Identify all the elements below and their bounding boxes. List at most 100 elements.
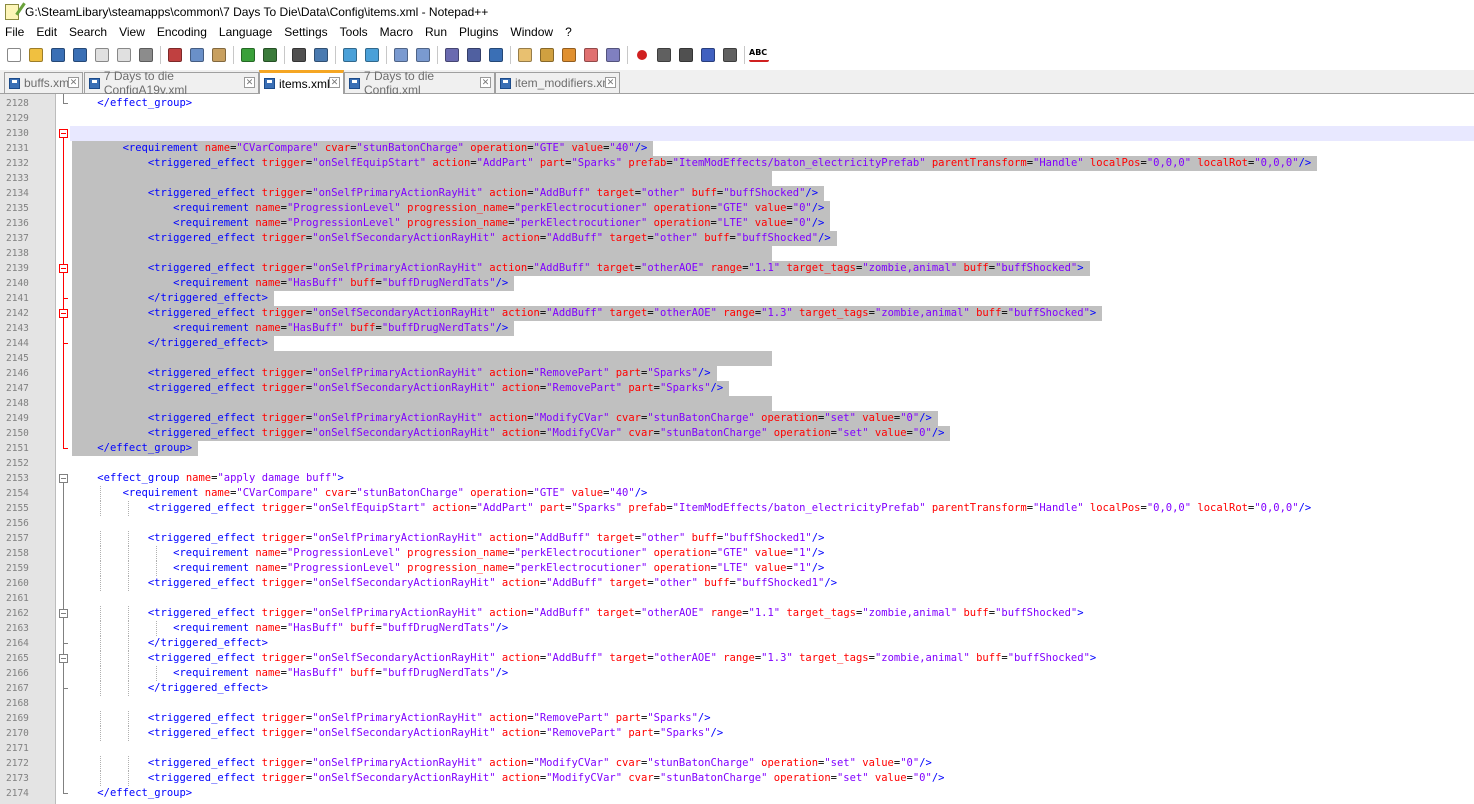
- stop-record-button[interactable]: [654, 45, 674, 65]
- code-line[interactable]: 2133: [0, 171, 1474, 186]
- code-line[interactable]: 2162 <triggered_effect trigger="onSelfPr…: [0, 606, 1474, 621]
- fold-collapse-icon[interactable]: [59, 309, 68, 318]
- code-text[interactable]: <requirement name="ProgressionLevel" pro…: [72, 216, 831, 231]
- document-map-button[interactable]: [537, 45, 557, 65]
- code-text[interactable]: <requirement name="ProgressionLevel" pro…: [72, 201, 831, 216]
- code-line[interactable]: 2141 </triggered_effect>: [0, 291, 1474, 306]
- code-text[interactable]: <triggered_effect trigger="onSelfPrimary…: [72, 261, 1090, 276]
- show-all-chars-button[interactable]: [464, 45, 484, 65]
- code-line[interactable]: 2143 <requirement name="HasBuff" buff="b…: [0, 321, 1474, 336]
- code-text[interactable]: [72, 246, 772, 261]
- code-line[interactable]: 2156: [0, 516, 1474, 531]
- code-text[interactable]: </effect_group>: [72, 441, 199, 456]
- menu-encoding[interactable]: Encoding: [151, 23, 213, 42]
- code-line[interactable]: 2164 </triggered_effect>: [0, 636, 1474, 651]
- code-text[interactable]: <triggered_effect trigger="onSelfSeconda…: [72, 381, 730, 396]
- playback-macro-button[interactable]: [676, 45, 696, 65]
- close-all-button[interactable]: [114, 45, 134, 65]
- undo-button[interactable]: [238, 45, 258, 65]
- code-line[interactable]: 2137 <triggered_effect trigger="onSelfSe…: [0, 231, 1474, 246]
- code-text[interactable]: <triggered_effect trigger="onSelfSeconda…: [72, 651, 1096, 666]
- zoom-in-button[interactable]: [340, 45, 360, 65]
- menu-plugins[interactable]: Plugins: [453, 23, 504, 42]
- new-file-button[interactable]: [4, 45, 24, 65]
- sync-horizontal-button[interactable]: [413, 45, 433, 65]
- fold-collapse-icon[interactable]: [59, 129, 68, 138]
- code-line[interactable]: 2172 <triggered_effect trigger="onSelfPr…: [0, 756, 1474, 771]
- code-line[interactable]: 2132 <triggered_effect trigger="onSelfEq…: [0, 156, 1474, 171]
- copy-button[interactable]: [187, 45, 207, 65]
- define-language-button[interactable]: [515, 45, 535, 65]
- code-text[interactable]: <triggered_effect trigger="onSelfPrimary…: [72, 366, 717, 381]
- fold-collapse-icon[interactable]: [59, 474, 68, 483]
- code-text[interactable]: [72, 396, 772, 411]
- code-text[interactable]: <requirement name="CVarCompare" cvar="st…: [72, 486, 648, 501]
- code-line[interactable]: 2142 <triggered_effect trigger="onSelfSe…: [0, 306, 1474, 321]
- code-line[interactable]: 2152: [0, 456, 1474, 471]
- code-text[interactable]: <effect_group name="apply damage buff">: [72, 471, 344, 486]
- code-text[interactable]: </triggered_effect>: [72, 291, 274, 306]
- menu-search[interactable]: Search: [63, 23, 113, 42]
- word-wrap-button[interactable]: [442, 45, 462, 65]
- code-line[interactable]: 2158 <requirement name="ProgressionLevel…: [0, 546, 1474, 561]
- function-list-button[interactable]: [559, 45, 579, 65]
- code-line[interactable]: 2170 <triggered_effect trigger="onSelfSe…: [0, 726, 1474, 741]
- code-text[interactable]: <triggered_effect trigger="onSelfPrimary…: [72, 756, 932, 771]
- code-line[interactable]: 2145: [0, 351, 1474, 366]
- code-text[interactable]: <triggered_effect trigger="onSelfPrimary…: [72, 186, 825, 201]
- redo-button[interactable]: [260, 45, 280, 65]
- spellcheck-button[interactable]: ABC: [749, 45, 769, 65]
- code-line[interactable]: 2159 <requirement name="ProgressionLevel…: [0, 561, 1474, 576]
- fold-collapse-icon[interactable]: [59, 654, 68, 663]
- code-line[interactable]: 2171: [0, 741, 1474, 756]
- print-button[interactable]: [136, 45, 156, 65]
- code-line[interactable]: 2144 </triggered_effect>: [0, 336, 1474, 351]
- tab-buffs-xml[interactable]: buffs.xml ✕: [4, 72, 83, 93]
- code-text[interactable]: <triggered_effect trigger="onSelfEquipSt…: [72, 156, 1318, 171]
- code-line[interactable]: 2169 <triggered_effect trigger="onSelfPr…: [0, 711, 1474, 726]
- code-text[interactable]: <requirement name="HasBuff" buff="buffDr…: [72, 621, 508, 636]
- tab-close-icon[interactable]: ✕: [244, 77, 255, 88]
- menu-run[interactable]: Run: [419, 23, 453, 42]
- code-text[interactable]: <triggered_effect trigger="onSelfEquipSt…: [72, 501, 1311, 516]
- code-text[interactable]: <requirement name="HasBuff" buff="buffDr…: [72, 666, 508, 681]
- code-line[interactable]: 2155 <triggered_effect trigger="onSelfEq…: [0, 501, 1474, 516]
- tab-items-xml[interactable]: items.xml ✕: [259, 70, 344, 94]
- code-line[interactable]: 2167 </triggered_effect>: [0, 681, 1474, 696]
- code-text[interactable]: <requirement name="ProgressionLevel" pro…: [72, 561, 824, 576]
- code-text[interactable]: <triggered_effect trigger="onSelfSeconda…: [72, 231, 837, 246]
- menu-macro[interactable]: Macro: [374, 23, 419, 42]
- zoom-out-button[interactable]: [362, 45, 382, 65]
- run-macro-multiple-button[interactable]: [698, 45, 718, 65]
- code-line[interactable]: 2134 <triggered_effect trigger="onSelfPr…: [0, 186, 1474, 201]
- save-button[interactable]: [48, 45, 68, 65]
- code-text[interactable]: <triggered_effect trigger="onSelfSeconda…: [72, 306, 1103, 321]
- code-line[interactable]: 2154 <requirement name="CVarCompare" cva…: [0, 486, 1474, 501]
- code-line[interactable]: 2160 <triggered_effect trigger="onSelfSe…: [0, 576, 1474, 591]
- code-text[interactable]: [72, 351, 772, 366]
- menu-edit[interactable]: Edit: [30, 23, 63, 42]
- code-text[interactable]: <requirement name="HasBuff" buff="buffDr…: [72, 276, 515, 291]
- record-macro-button[interactable]: [632, 45, 652, 65]
- menu-file[interactable]: File: [0, 23, 30, 42]
- code-line[interactable]: 2163 <requirement name="HasBuff" buff="b…: [0, 621, 1474, 636]
- save-macro-button[interactable]: [720, 45, 740, 65]
- code-text[interactable]: </triggered_effect>: [72, 336, 274, 351]
- menu-window[interactable]: Window: [504, 23, 559, 42]
- code-text[interactable]: </triggered_effect>: [72, 681, 268, 696]
- editor[interactable]: 2128 </effect_group> 2129 2130 <effect_gro…: [0, 94, 1474, 804]
- code-line[interactable]: 2138: [0, 246, 1474, 261]
- menu-view[interactable]: View: [113, 23, 151, 42]
- code-line[interactable]: 2149 <triggered_effect trigger="onSelfPr…: [0, 411, 1474, 426]
- code-text[interactable]: [72, 171, 772, 186]
- code-line[interactable]: 2153 <effect_group name="apply damage bu…: [0, 471, 1474, 486]
- code-text[interactable]: </effect_group>: [72, 786, 192, 801]
- code-line[interactable]: 2166 <requirement name="HasBuff" buff="b…: [0, 666, 1474, 681]
- code-text[interactable]: </effect_group>: [72, 96, 192, 111]
- code-line[interactable]: 2161: [0, 591, 1474, 606]
- code-line[interactable]: 2168: [0, 696, 1474, 711]
- code-line[interactable]: 2139 <triggered_effect trigger="onSelfPr…: [0, 261, 1474, 276]
- code-text[interactable]: <triggered_effect trigger="onSelfPrimary…: [72, 531, 825, 546]
- fold-collapse-icon[interactable]: [59, 264, 68, 273]
- tab-close-icon[interactable]: ✕: [605, 77, 616, 88]
